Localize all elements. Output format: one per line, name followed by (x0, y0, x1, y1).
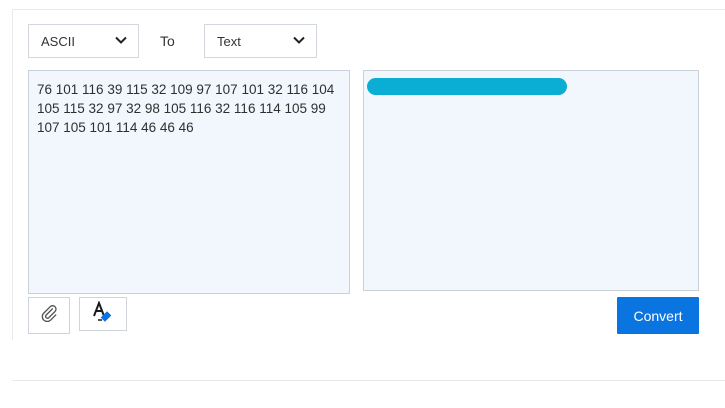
paperclip-icon (40, 304, 58, 327)
redacted-output (367, 78, 567, 95)
upload-file-button[interactable] (28, 297, 70, 334)
to-format-value: Text (217, 33, 241, 49)
chevron-down-icon (292, 33, 306, 50)
from-format-value: ASCII (41, 33, 75, 49)
chevron-down-icon (114, 33, 128, 50)
to-format-select[interactable]: Text (204, 24, 317, 58)
input-text: 76 101 116 39 115 32 109 97 107 101 32 1… (37, 82, 335, 135)
text-clear-icon (92, 299, 114, 328)
to-label: To (160, 33, 175, 49)
clear-text-button[interactable] (79, 297, 127, 331)
from-format-select[interactable]: ASCII (28, 24, 139, 58)
input-textarea[interactable]: 76 101 116 39 115 32 109 97 107 101 32 1… (28, 70, 350, 294)
convert-button[interactable]: Convert (617, 297, 699, 334)
output-textarea[interactable] (363, 70, 699, 291)
divider (12, 380, 725, 381)
